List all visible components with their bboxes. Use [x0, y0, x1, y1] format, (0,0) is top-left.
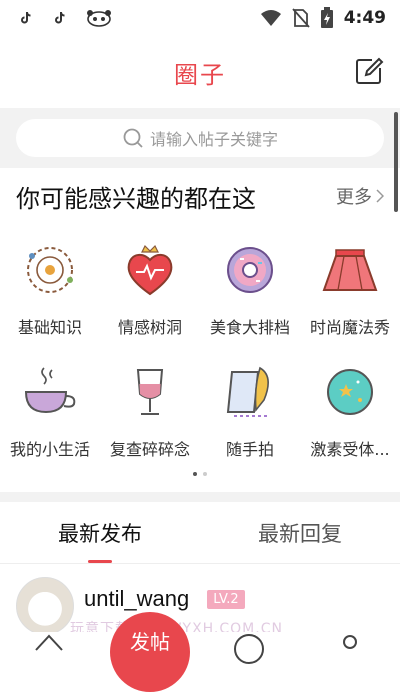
level-badge: LV.2	[207, 589, 245, 609]
wifi-icon	[260, 10, 281, 26]
chevron-right-icon	[376, 189, 384, 203]
post-username[interactable]: until_wang	[84, 586, 189, 612]
avatar[interactable]	[16, 577, 74, 635]
clock: 4:49	[343, 8, 386, 28]
tea-cup-icon	[24, 367, 76, 414]
new-post-label: 发帖	[130, 630, 170, 654]
panda-icon	[87, 10, 111, 27]
search-input[interactable]: 请输入帖子关键字	[16, 119, 384, 157]
status-bar: 4:49	[0, 0, 400, 36]
skirt-icon	[322, 249, 378, 291]
category-item[interactable]: 随手拍	[200, 354, 300, 476]
category-label: 美食大排档	[209, 318, 290, 337]
page-indicator	[0, 472, 400, 476]
profile-icon[interactable]	[338, 634, 362, 650]
no-sim-icon	[292, 8, 310, 28]
post-item[interactable]: until_wang LV.2	[0, 574, 400, 635]
category-label: 情感树洞	[117, 318, 182, 337]
category-item[interactable]: 我的小生活	[0, 354, 100, 476]
category-item[interactable]: 基础知识	[0, 232, 100, 354]
more-label: 更多	[336, 187, 372, 208]
category-label: 基础知识	[17, 318, 82, 337]
app-header: 圈子	[0, 36, 400, 108]
search-placeholder: 请输入帖子关键字	[149, 130, 278, 149]
tiktok-icon	[21, 11, 31, 24]
section-divider	[0, 492, 400, 502]
new-post-button[interactable]: 发帖	[110, 612, 190, 692]
category-label: 我的小生活	[9, 440, 90, 459]
solar-system-icon	[27, 247, 73, 293]
message-icon[interactable]	[234, 634, 264, 664]
page-dot	[193, 472, 197, 476]
heart-crown-icon	[127, 244, 173, 296]
tiktok-icon	[55, 11, 65, 24]
category-item[interactable]: 时尚魔法秀	[300, 232, 400, 354]
tab-latest-replies[interactable]: 最新回复	[200, 502, 400, 563]
search-area: 请输入帖子关键字	[0, 108, 400, 168]
category-label: 随手拍	[225, 440, 274, 459]
category-label: 激素受体...	[310, 440, 390, 459]
status-notifications	[18, 9, 112, 27]
paper-feather-icon	[226, 366, 270, 417]
category-label: 复查碎碎念	[109, 440, 190, 459]
star-planet-icon	[327, 369, 373, 415]
search-icon	[123, 128, 143, 148]
category-item[interactable]: 美食大排档	[200, 232, 300, 354]
section-title: 你可能感兴趣的都在这	[16, 184, 256, 213]
donut-icon	[227, 247, 273, 293]
category-item[interactable]: 激素受体...	[300, 354, 400, 476]
post-tabs: 最新发布 最新回复	[0, 502, 400, 564]
battery-charging-icon	[320, 7, 333, 28]
category-item[interactable]: 情感树洞	[100, 232, 200, 354]
wine-glass-icon	[136, 369, 164, 415]
more-link[interactable]: 更多	[336, 183, 384, 209]
page-title: 圈子	[174, 60, 226, 89]
interest-section-header: 你可能感兴趣的都在这 更多	[0, 168, 400, 224]
page-dot	[203, 472, 207, 476]
home-icon[interactable]	[34, 632, 64, 652]
category-grid: 基础知识 情感树洞 美食大排档 时尚魔法秀 我的小生活 复查碎碎念 随手拍 激素…	[0, 232, 400, 476]
category-label: 时尚魔法秀	[309, 318, 390, 337]
tab-latest-posts[interactable]: 最新发布	[0, 502, 200, 563]
category-item[interactable]: 复查碎碎念	[100, 354, 200, 476]
edit-icon[interactable]	[354, 56, 384, 86]
